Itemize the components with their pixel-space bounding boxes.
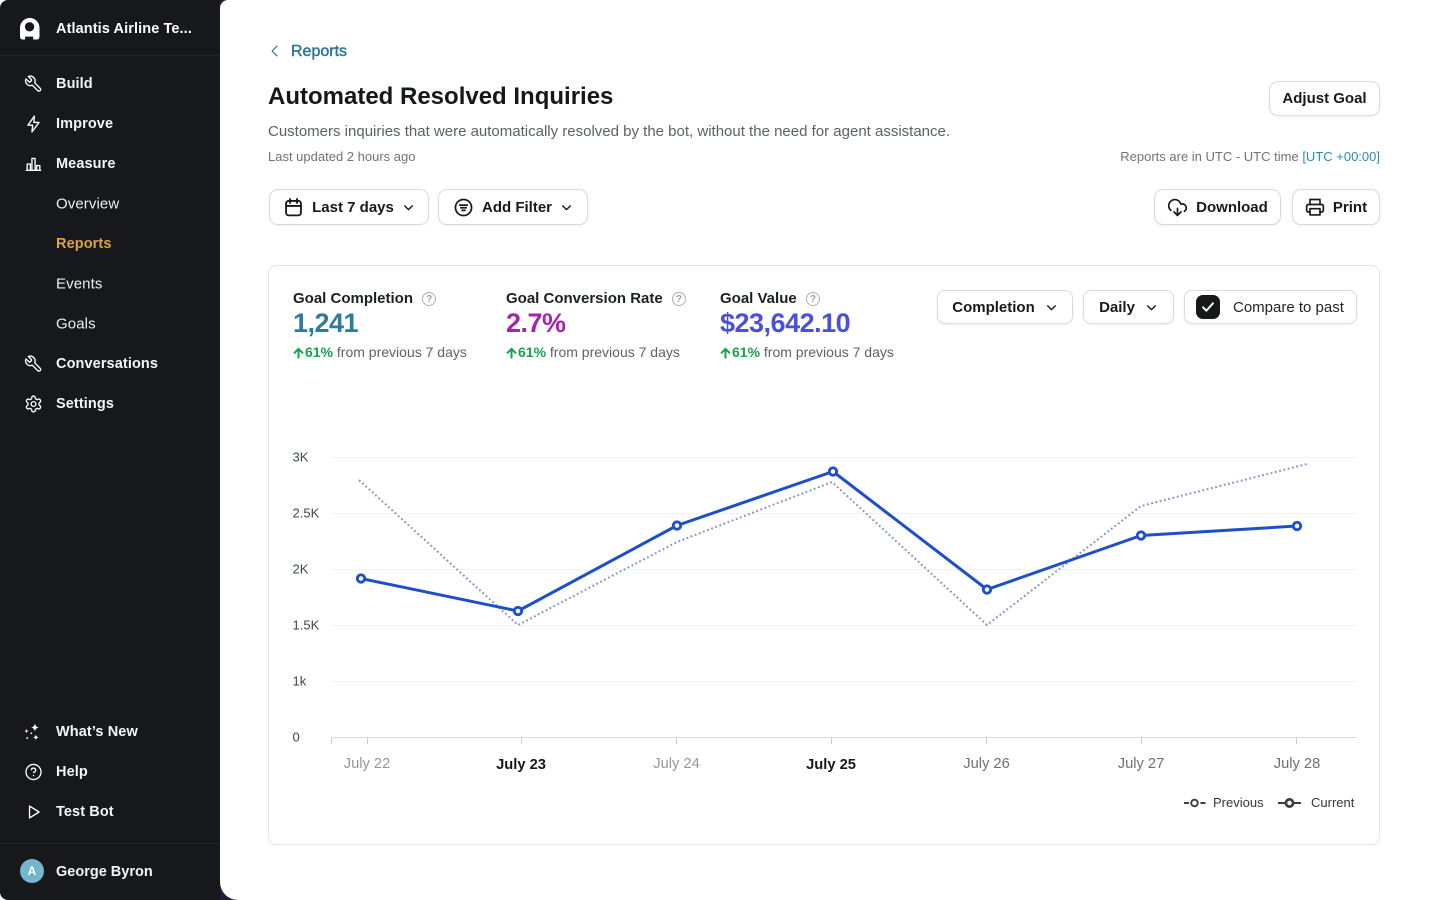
- svg-text:1k: 1k: [293, 674, 307, 689]
- svg-text:3K: 3K: [293, 450, 309, 465]
- svg-text:2.5K: 2.5K: [293, 506, 320, 521]
- svg-text:July 24: July 24: [653, 756, 700, 772]
- svg-text:July 26: July 26: [963, 756, 1010, 772]
- svg-text:July 27: July 27: [1118, 756, 1165, 772]
- svg-text:July 28: July 28: [1274, 756, 1321, 772]
- svg-text:2K: 2K: [293, 562, 309, 577]
- svg-text:1.5K: 1.5K: [293, 618, 320, 633]
- svg-text:July 22: July 22: [344, 756, 391, 772]
- svg-text:0: 0: [293, 730, 300, 745]
- svg-text:Previous: Previous: [1213, 795, 1264, 810]
- svg-text:July 25: July 25: [806, 757, 856, 773]
- svg-text:July 23: July 23: [496, 757, 546, 773]
- svg-text:Current: Current: [1311, 795, 1355, 810]
